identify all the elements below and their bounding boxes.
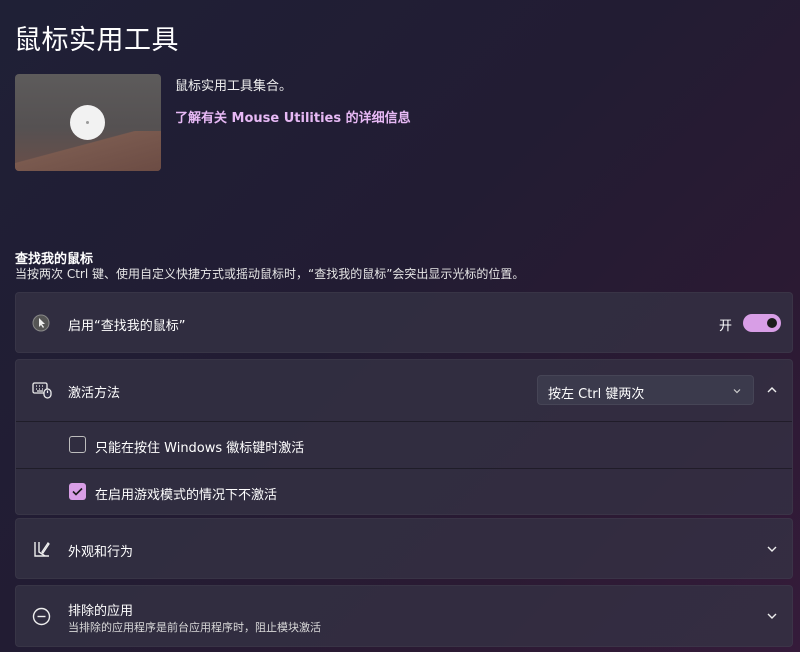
chevron-up-icon[interactable] [764,382,780,398]
option-row-game-mode: 在启用游戏模式的情况下不激活 [16,469,792,515]
pen-ruler-icon [34,541,50,557]
module-description: 鼠标实用工具集合。 [175,79,293,94]
appearance-label: 外观和行为 [68,545,134,560]
activation-card: 激活方法 按左 Ctrl 键两次 只能在按住 Windows 徽标键时激活 在启… [15,359,793,515]
chevron-down-icon [733,389,741,394]
spotlight-dot [70,105,105,140]
game-mode-option-label: 在启用游戏模式的情况下不激活 [95,488,278,503]
checkmark-icon [72,487,83,496]
excluded-apps-label: 排除的应用 [68,604,134,619]
section-subtitle: 当按两次 Ctrl 键、使用自定义快捷方式或摇动鼠标时，“查找我的鼠标”会突出显… [15,267,525,281]
game-mode-checkbox[interactable] [69,483,86,500]
activation-method-value: 按左 Ctrl 键两次 [548,387,645,402]
excluded-apps-description: 当排除的应用程序是前台应用程序时，阻止模块激活 [68,621,321,634]
chevron-down-icon[interactable] [764,541,780,557]
toggle-knob [767,318,777,328]
windows-key-option-label: 只能在按住 Windows 徽标键时激活 [95,441,305,456]
chevron-down-icon[interactable] [764,608,780,624]
page-title: 鼠标实用工具 [14,25,179,56]
option-row-windows-key: 只能在按住 Windows 徽标键时激活 [16,422,792,468]
mouse-cursor-icon [32,314,50,332]
block-icon [32,607,51,626]
enable-label: 启用“查找我的鼠标” [68,319,186,334]
activation-method-dropdown[interactable]: 按左 Ctrl 键两次 [537,375,754,405]
hero-image [15,74,161,171]
enable-toggle[interactable] [743,314,781,332]
activation-label: 激活方法 [68,386,121,401]
excluded-apps-card[interactable]: 排除的应用 当排除的应用程序是前台应用程序时，阻止模块激活 [15,585,793,647]
appearance-card[interactable]: 外观和行为 [15,518,793,579]
keyboard-mouse-icon [32,382,52,399]
learn-more-link[interactable]: 了解有关 Mouse Utilities 的详细信息 [175,107,411,126]
enable-card: 启用“查找我的鼠标” 开 [15,292,793,353]
windows-key-checkbox[interactable] [69,436,86,453]
activation-header[interactable]: 激活方法 按左 Ctrl 键两次 [16,360,792,421]
toggle-state-label: 开 [719,319,733,334]
